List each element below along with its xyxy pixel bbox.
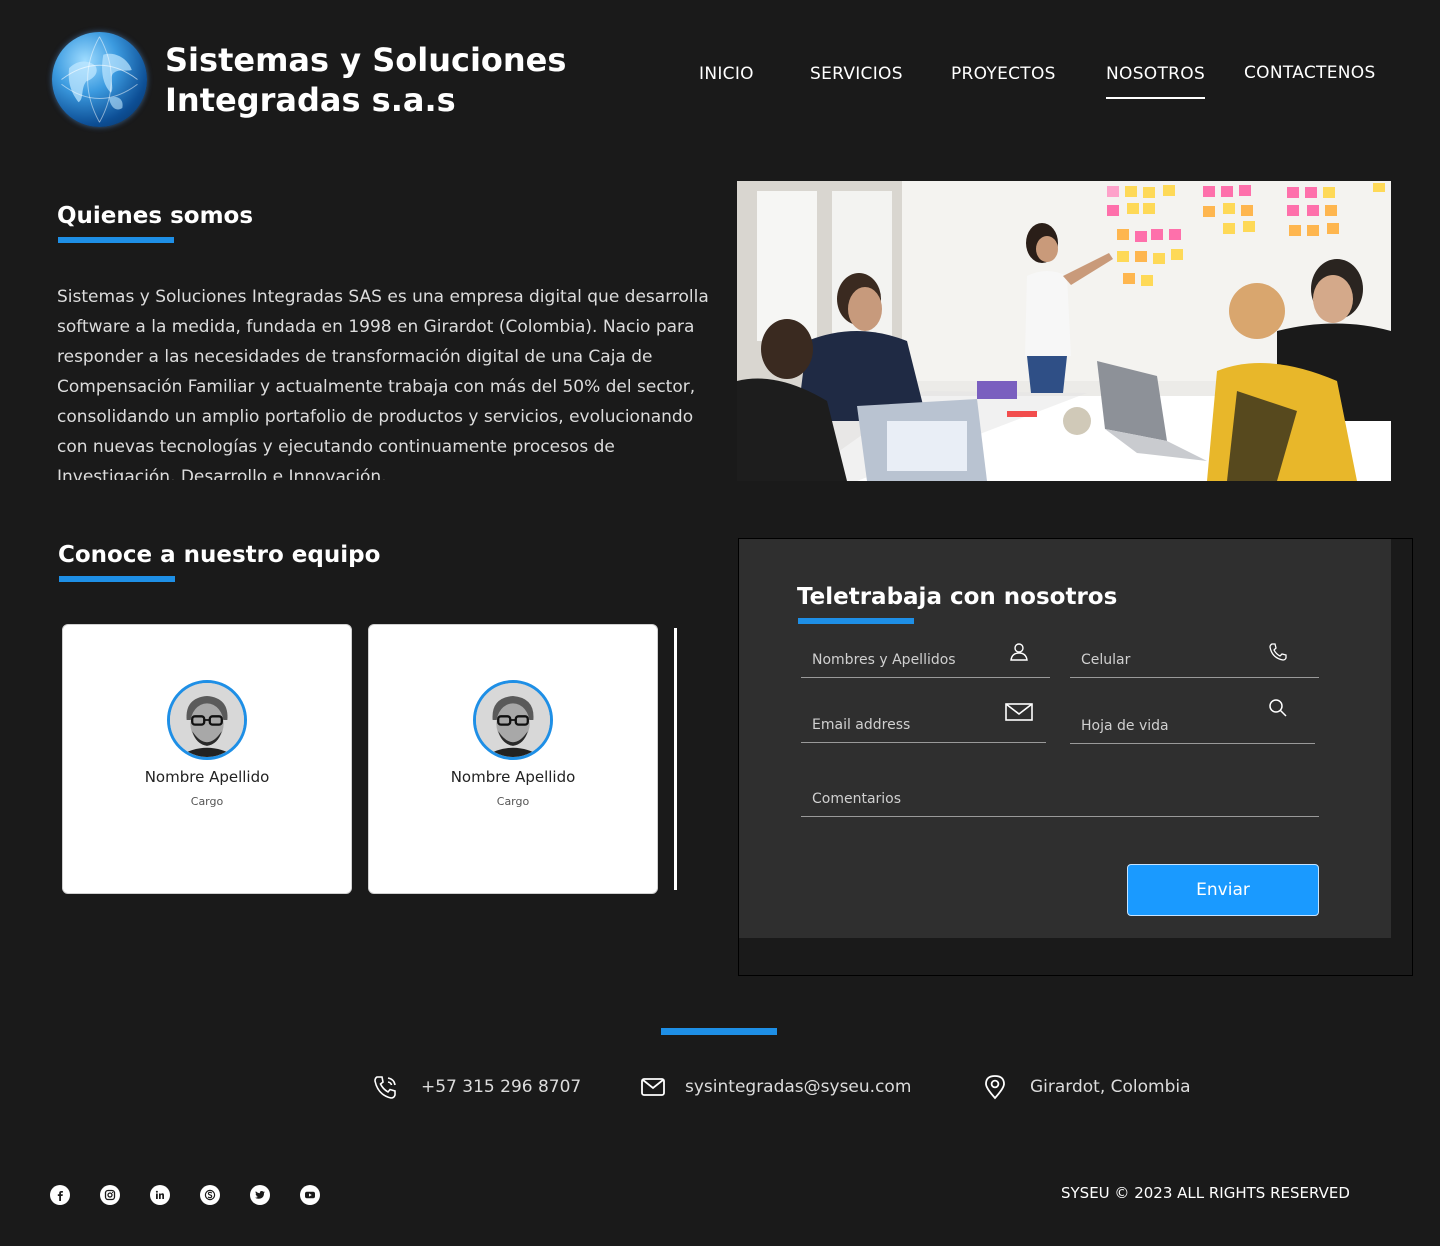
team-title-underline: [59, 576, 175, 582]
nav-item-servicios[interactable]: SERVICIOS: [810, 64, 903, 84]
phone-call-icon: [374, 1076, 396, 1099]
footer-email-text: sysintegradas@syseu.com: [685, 1077, 912, 1097]
mail-icon: [641, 1078, 665, 1096]
footer-location[interactable]: Girardot, Colombia: [982, 1073, 1191, 1101]
email-field-label: Email address: [812, 717, 911, 733]
nav-item-contactenos[interactable]: CONTACTENOS: [1244, 63, 1376, 83]
member-avatar: [473, 680, 553, 760]
about-title-underline: [58, 237, 174, 243]
skype-icon[interactable]: [200, 1185, 220, 1205]
mail-icon: [1005, 703, 1033, 721]
main-nav: INICIO SERVICIOS PROYECTOS NOSOTROS CONT…: [0, 60, 1440, 100]
footer-email[interactable]: sysintegradas@syseu.com: [640, 1073, 911, 1101]
team-member-card[interactable]: Nombre Apellido Cargo: [368, 624, 658, 894]
member-avatar: [167, 680, 247, 760]
email-field[interactable]: Email address: [801, 703, 1046, 743]
name-field[interactable]: Nombres y Apellidos: [801, 638, 1050, 678]
nav-item-nosotros[interactable]: NOSOTROS: [1106, 64, 1206, 99]
team-member-card[interactable]: Nombre Apellido Cargo: [62, 624, 352, 894]
nav-item-inicio[interactable]: INICIO: [699, 64, 754, 84]
facebook-icon[interactable]: [50, 1185, 70, 1205]
twitter-icon[interactable]: [250, 1185, 270, 1205]
form-title: Teletrabaja con nosotros: [797, 584, 1118, 610]
phone-icon: [1269, 643, 1287, 661]
name-field-label: Nombres y Apellidos: [812, 652, 956, 668]
footer-phone-text: +57 315 296 8707: [421, 1077, 582, 1097]
instagram-icon[interactable]: [100, 1185, 120, 1205]
next-card-edge: [674, 628, 677, 890]
footer-divider: [661, 1028, 777, 1035]
footer-location-text: Girardot, Colombia: [1030, 1077, 1191, 1097]
office-meeting-photo: [737, 181, 1391, 481]
location-pin-icon: [985, 1075, 1005, 1100]
member-name: Nombre Apellido: [450, 768, 576, 786]
member-name: Nombre Apellido: [144, 768, 270, 786]
team-title: Conoce a nuestro equipo: [58, 542, 381, 568]
cv-field-label: Hoja de vida: [1081, 718, 1169, 734]
copyright-text: SYSEU © 2023 ALL RIGHTS RESERVED: [1061, 1184, 1350, 1202]
search-icon[interactable]: [1268, 698, 1288, 718]
comments-field-label: Comentarios: [812, 791, 902, 807]
form-title-underline: [798, 618, 914, 624]
about-title: Quienes somos: [57, 203, 254, 229]
member-role: Cargo: [496, 795, 530, 808]
submit-button[interactable]: Enviar: [1127, 864, 1319, 916]
comments-field[interactable]: Comentarios: [801, 777, 1319, 817]
linkedin-icon[interactable]: [150, 1185, 170, 1205]
cv-field[interactable]: Hoja de vida: [1070, 699, 1315, 744]
phone-field-label: Celular: [1081, 652, 1131, 668]
user-icon: [1010, 643, 1028, 661]
phone-field[interactable]: Celular: [1070, 638, 1319, 678]
member-role: Cargo: [190, 795, 224, 808]
nav-item-proyectos[interactable]: PROYECTOS: [951, 64, 1056, 84]
youtube-icon[interactable]: [300, 1185, 320, 1205]
about-paragraph: Sistemas y Soluciones Integradas SAS es …: [57, 287, 709, 480]
footer-phone[interactable]: +57 315 296 8707: [373, 1073, 581, 1101]
